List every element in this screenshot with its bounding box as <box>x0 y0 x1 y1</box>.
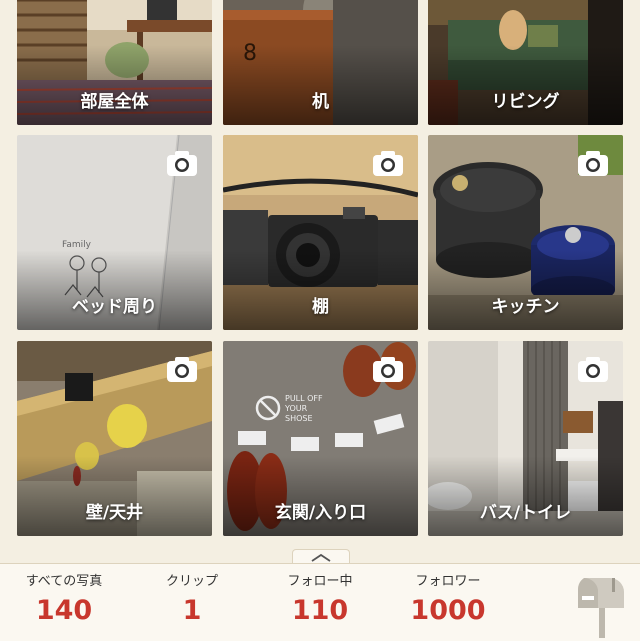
camera-icon <box>373 357 403 382</box>
category-label: 壁/天井 <box>85 503 144 523</box>
category-tile-entrance[interactable]: PULL OFF YOUR SHOSE 玄関/入り口 <box>223 341 418 536</box>
category-tile-whole-room[interactable]: 部屋全体 <box>17 0 212 125</box>
stat-value: 140 <box>35 595 93 626</box>
camera-icon <box>578 357 608 382</box>
svg-text:Family: Family <box>62 240 92 250</box>
stat-value: 1 <box>182 595 202 626</box>
mailbox-icon[interactable] <box>576 574 626 638</box>
category-label: ベッド周り <box>72 297 157 317</box>
svg-text:SHOSE: SHOSE <box>285 414 313 423</box>
stat-followers[interactable]: フォロワー 1000 <box>398 570 498 626</box>
stat-clips[interactable]: クリップ 1 <box>142 570 242 626</box>
stat-label: すべての写真 <box>25 574 103 589</box>
camera-icon <box>373 151 403 176</box>
stat-value: 110 <box>291 595 349 626</box>
category-tile-living[interactable]: リビング <box>428 0 623 125</box>
stat-label: フォロー中 <box>287 574 353 589</box>
stat-all-photos[interactable]: すべての写真 140 <box>14 570 114 626</box>
category-label: 部屋全体 <box>80 92 149 112</box>
camera-icon <box>578 151 608 176</box>
stat-label: クリップ <box>165 574 218 589</box>
category-tile-wall-ceiling[interactable]: 壁/天井 <box>17 341 212 536</box>
svg-text:YOUR: YOUR <box>284 404 308 413</box>
category-label: 棚 <box>312 297 329 317</box>
camera-icon <box>167 357 197 382</box>
category-tile-shelf[interactable]: 棚 <box>223 135 418 330</box>
category-tile-bedside[interactable]: Family ベッド周り <box>17 135 212 330</box>
category-label: リビング <box>491 92 560 112</box>
category-tile-kitchen[interactable]: キッチン <box>428 135 623 330</box>
camera-icon <box>167 151 197 176</box>
stat-value: 1000 <box>410 595 486 626</box>
category-label: バス/トイレ <box>479 503 572 523</box>
stat-label: フォロワー <box>415 574 481 589</box>
category-label: 机 <box>312 92 329 112</box>
category-tile-bath-toilet[interactable]: バス/トイレ <box>428 341 623 536</box>
profile-stats-bar: すべての写真 140 クリップ 1 フォロー中 110 フォロワー 1000 <box>0 563 640 641</box>
category-label: 玄関/入り口 <box>274 503 367 523</box>
svg-text:PULL OFF: PULL OFF <box>285 394 323 403</box>
category-tile-desk[interactable]: 8 机 <box>223 0 418 125</box>
category-label: キッチン <box>491 297 560 317</box>
category-grid: 部屋全体 8 机 リビング <box>0 0 640 548</box>
stat-following[interactable]: フォロー中 110 <box>270 570 370 626</box>
